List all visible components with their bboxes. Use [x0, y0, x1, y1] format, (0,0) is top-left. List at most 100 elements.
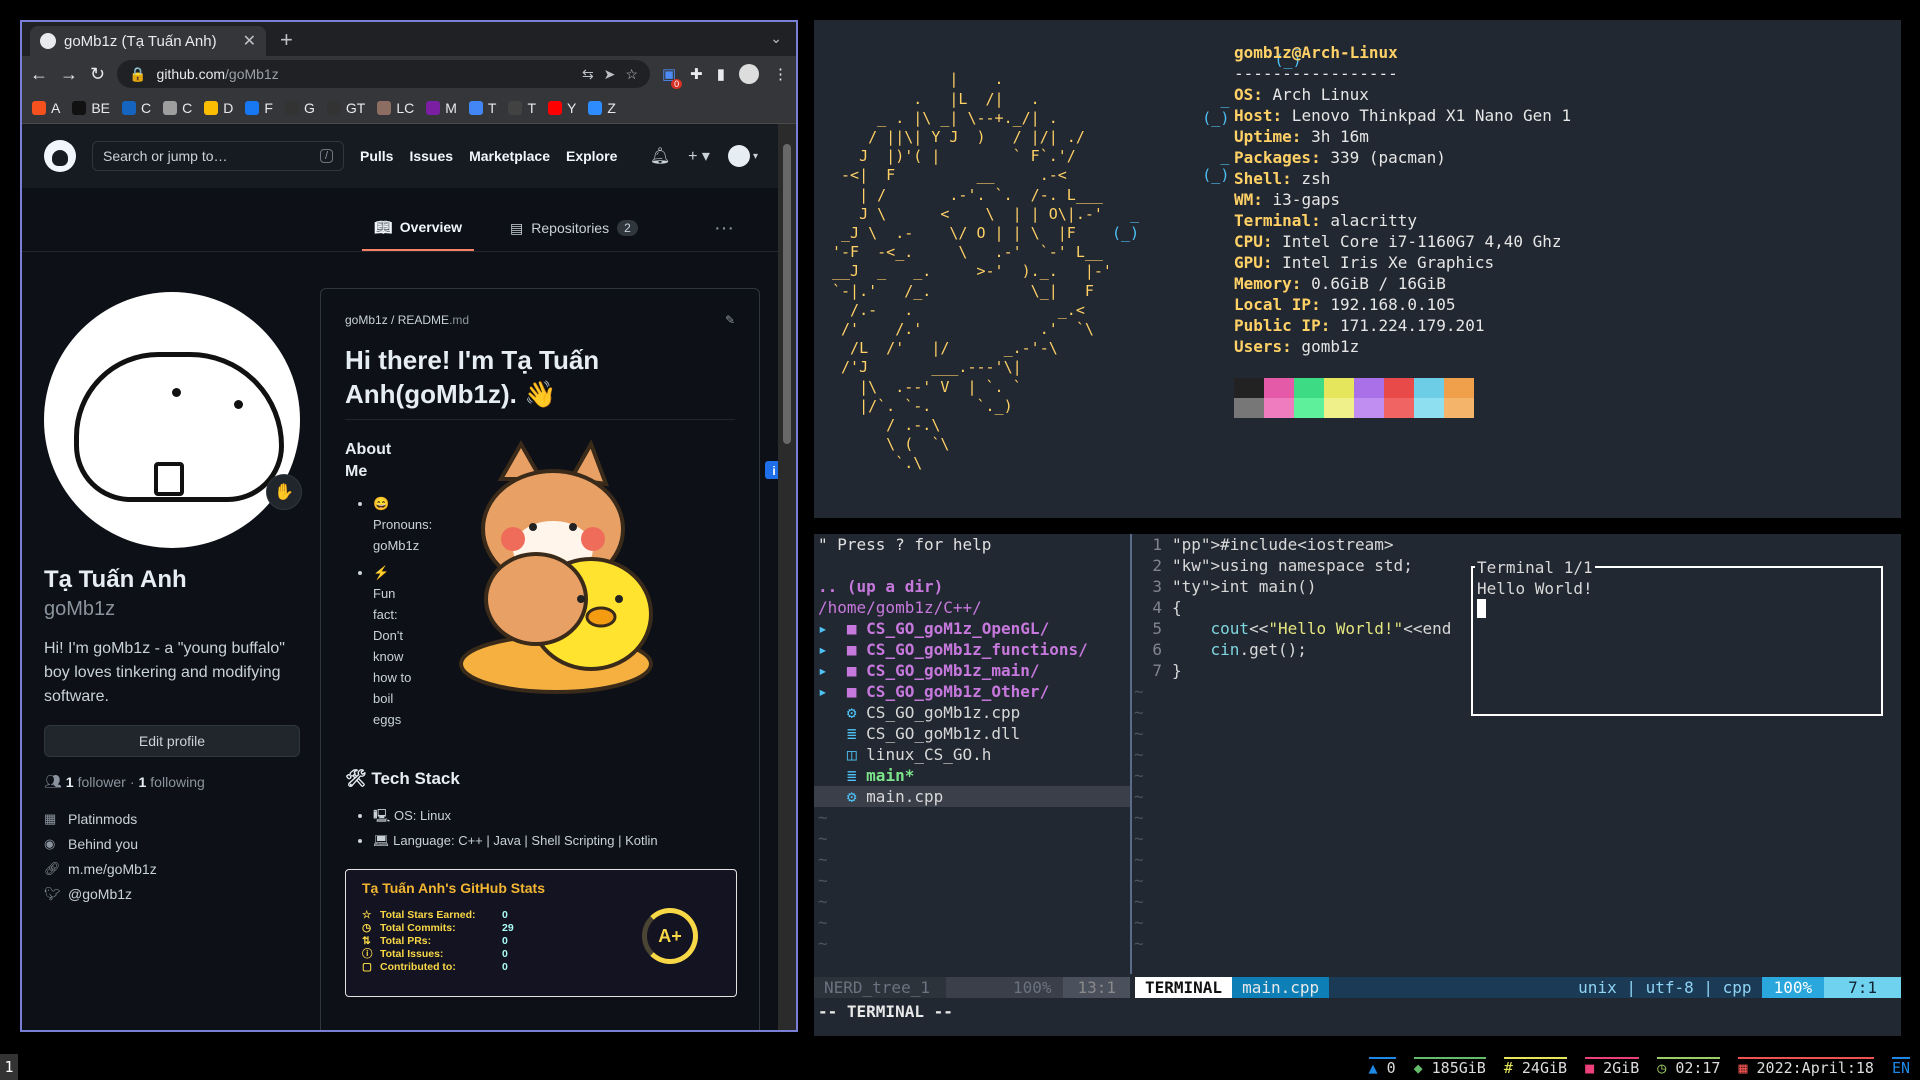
- bookmark-item[interactable]: A: [32, 100, 60, 116]
- browser-tab[interactable]: goMb1z (Tạ Tuấn Anh) ✕: [30, 26, 266, 56]
- bookmark-item[interactable]: BE: [72, 100, 110, 116]
- status-emoji-icon[interactable]: ✋: [266, 474, 302, 510]
- status-icon: #: [1503, 1059, 1522, 1077]
- organization-icon: ▦: [44, 810, 57, 826]
- terminal-popup[interactable]: Terminal 1/1 Hello World!: [1471, 557, 1883, 716]
- github-stats-card[interactable]: Tạ Tuấn Anh's GitHub Stats ☆ Total Stars …: [345, 869, 737, 997]
- following-count[interactable]: 1: [139, 774, 147, 790]
- following-label[interactable]: following: [150, 774, 204, 790]
- translate-icon[interactable]: ⇆: [582, 66, 594, 83]
- tab-repositories-label: Repositories: [531, 220, 610, 236]
- forward-icon[interactable]: →: [60, 64, 78, 85]
- twitter-link[interactable]: @goMb1z: [68, 886, 132, 902]
- info-key: Local IP:: [1234, 295, 1321, 314]
- info-key: Uptime:: [1234, 127, 1302, 146]
- expand-arrow-icon[interactable]: ▸: [818, 640, 847, 659]
- neofetch-terminal[interactable]: _ (_) | . . |L /| . _ _ . |\ _| \--+._/|…: [814, 20, 1901, 518]
- menu-dots-icon[interactable]: ⋮: [773, 65, 788, 83]
- tree-entry[interactable]: ⚙ main.cpp: [814, 786, 1130, 807]
- reload-icon[interactable]: ↻: [90, 64, 105, 85]
- status-text: 02:17: [1675, 1059, 1721, 1077]
- twitter-item[interactable]: 🐦︎ @goMb1z: [44, 881, 300, 906]
- line-number: 2: [1152, 556, 1162, 575]
- nav-marketplace[interactable]: Marketplace: [469, 148, 550, 164]
- color-swatch: [1264, 398, 1294, 418]
- plus-dropdown-icon[interactable]: + ▾: [688, 146, 710, 166]
- side-panel-icon[interactable]: ▮: [717, 65, 725, 83]
- followers-label[interactable]: follower: [78, 774, 126, 790]
- nav-pulls[interactable]: Pulls: [360, 148, 393, 164]
- page-scrollbar[interactable]: [778, 124, 796, 1030]
- bell-icon[interactable]: 🔔︎: [650, 146, 670, 166]
- tree-entry[interactable]: ≣ main*: [814, 765, 1130, 786]
- tree-entry[interactable]: ▸ ■ CS_GO_goM1z_OpenGL/: [814, 618, 1130, 639]
- followers-count[interactable]: 1: [66, 774, 74, 790]
- extension-icon[interactable]: ▣ 0: [662, 65, 683, 89]
- readme-owner[interactable]: goMb1z: [345, 313, 388, 327]
- close-tab-icon[interactable]: ✕: [243, 31, 256, 51]
- bookmark-item[interactable]: M: [426, 100, 457, 116]
- people-icon: 👥︎: [44, 773, 62, 789]
- bookmark-item[interactable]: T: [508, 100, 536, 116]
- status-text: 2022:April:18: [1756, 1059, 1874, 1077]
- scrollbar-thumb[interactable]: [783, 144, 791, 444]
- user-menu[interactable]: ▾: [727, 145, 758, 167]
- tree-entry[interactable]: ▸ ■ CS_GO_goMb1z_functions/: [814, 639, 1130, 660]
- bookmark-item[interactable]: Y: [548, 100, 576, 116]
- tab-repositories[interactable]: ▤ Repositories 2: [498, 205, 650, 251]
- stat-label: Total Stars Earned:: [380, 908, 476, 921]
- profile-avatar-large[interactable]: [44, 292, 300, 548]
- lock-icon[interactable]: 🔒: [129, 66, 146, 83]
- link-item[interactable]: 🔗︎ m.me/goMb1z: [44, 856, 300, 881]
- window-split[interactable]: [1130, 534, 1132, 974]
- bookmark-item[interactable]: Z: [588, 100, 616, 116]
- search-input[interactable]: Search or jump to… /: [92, 141, 344, 171]
- website-link[interactable]: m.me/goMb1z: [68, 861, 157, 877]
- code-text: cout<<"Hello World!"<<end: [1210, 619, 1452, 638]
- bookmark-star-icon[interactable]: ☆: [625, 66, 638, 83]
- tree-entry[interactable]: ▸ ■ CS_GO_goMb1z_Other/: [814, 681, 1130, 702]
- profile-avatar[interactable]: [739, 64, 759, 84]
- tree-entry[interactable]: ⚙ CS_GO_goMb1z.cpp: [814, 702, 1130, 723]
- bookmark-item[interactable]: GT: [326, 100, 365, 116]
- expand-arrow-icon[interactable]: ▸: [818, 682, 847, 701]
- tree-entry[interactable]: ◫ linux_CS_GO.h: [814, 744, 1130, 765]
- folder-icon: ■: [846, 640, 867, 659]
- back-icon[interactable]: ←: [30, 64, 48, 85]
- pencil-icon[interactable]: ✎: [725, 313, 735, 327]
- tree-entry[interactable]: ▸ ■ CS_GO_goMb1z_main/: [814, 660, 1130, 681]
- tab-search-chevron-icon[interactable]: ⌄: [770, 30, 782, 47]
- expand-arrow-icon[interactable]: ▸: [818, 619, 847, 638]
- puzzle-icon[interactable]: ✚: [690, 65, 703, 83]
- tab-overview[interactable]: 📖︎ Overview: [362, 205, 475, 251]
- nav-explore[interactable]: Explore: [566, 148, 617, 164]
- vim-editor[interactable]: " Press ? for help .. (up a dir)/home/gom…: [814, 534, 1901, 1036]
- info-value: gomb1z: [1291, 337, 1360, 356]
- more-tabs-icon[interactable]: ···: [714, 217, 734, 240]
- bookmark-favicon-icon: [204, 100, 219, 115]
- bookmark-item[interactable]: LC: [377, 100, 414, 116]
- bookmark-item[interactable]: D: [204, 100, 233, 116]
- new-tab-icon[interactable]: +: [280, 27, 293, 53]
- bookmark-item[interactable]: C: [122, 100, 151, 116]
- workspace-button[interactable]: 1: [0, 1054, 18, 1080]
- github-logo-icon[interactable]: [44, 140, 76, 172]
- bookmark-item[interactable]: G: [284, 100, 315, 116]
- list-item: ⚡ Fun fact: Don't know how to boil eggs: [373, 562, 415, 730]
- expand-arrow-icon[interactable]: ▸: [818, 661, 847, 680]
- profile-details: ▦ Platinmods ◉ Behind you 🔗︎ m.me/goMb1z 🐦︎…: [44, 806, 300, 906]
- tree-entry[interactable]: ≣ CS_GO_goMb1z.dll: [814, 723, 1130, 744]
- bookmark-item[interactable]: C: [163, 100, 192, 116]
- bookmark-item[interactable]: F: [245, 100, 273, 116]
- send-icon[interactable]: ➤: [604, 66, 616, 83]
- bookmark-item[interactable]: T: [468, 100, 496, 116]
- address-bar[interactable]: 🔒 github.com/goMb1z ⇆ ➤ ☆: [117, 60, 650, 88]
- nav-issues[interactable]: Issues: [409, 148, 453, 164]
- stat-icon: ◷: [362, 921, 372, 934]
- status-block: ▲ 0: [1368, 1057, 1396, 1077]
- bookmark-label: D: [223, 99, 234, 116]
- edit-profile-button[interactable]: Edit profile: [44, 725, 300, 757]
- up-dir-link[interactable]: .. (up a dir): [814, 576, 1130, 597]
- statusline-filename: main.cpp: [1232, 977, 1330, 998]
- info-row: Local IP: 192.168.0.105: [1234, 294, 1571, 315]
